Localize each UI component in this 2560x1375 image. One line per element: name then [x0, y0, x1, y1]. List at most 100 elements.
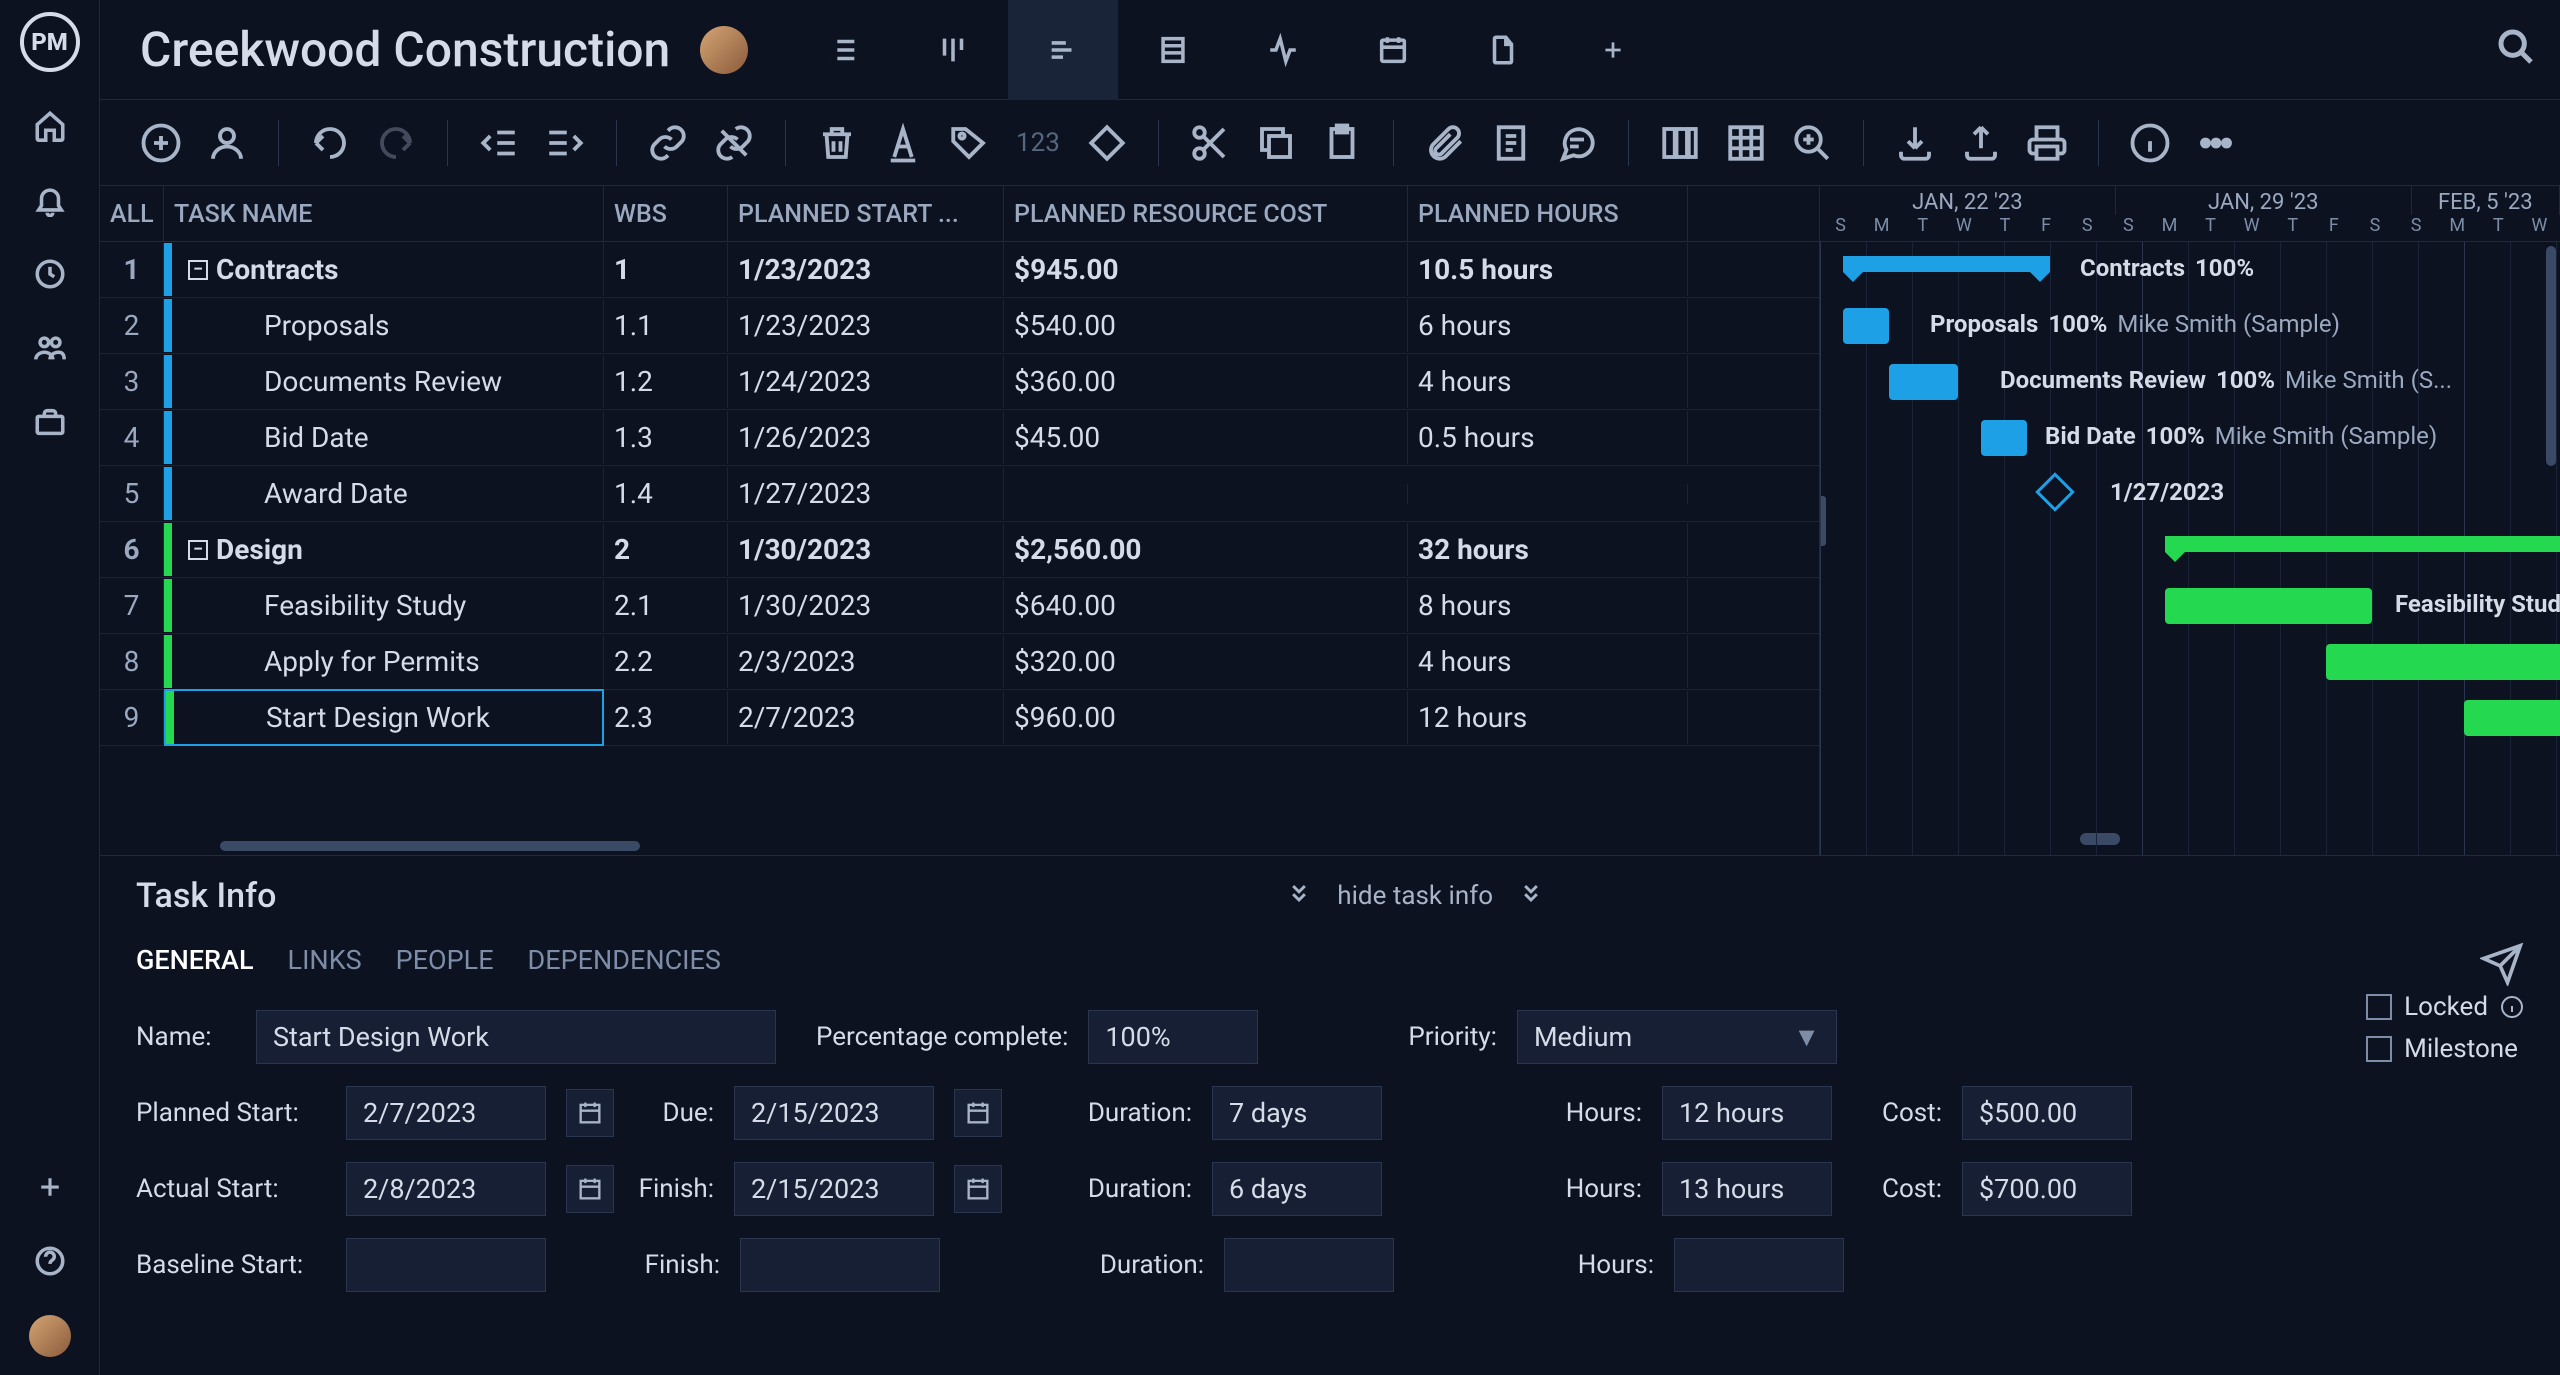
gantt-bar[interactable] [1843, 256, 2050, 272]
users-icon[interactable] [30, 328, 70, 368]
grid-icon[interactable] [1721, 118, 1771, 168]
planned-start-input[interactable] [346, 1086, 546, 1140]
calendar-icon[interactable] [954, 1089, 1002, 1137]
briefcase-icon[interactable] [30, 402, 70, 442]
tab-people[interactable]: PEOPLE [396, 944, 494, 976]
view-add-icon[interactable] [1558, 0, 1668, 100]
zoom-icon[interactable] [1787, 118, 1837, 168]
pct-input[interactable] [1088, 1010, 1258, 1064]
collapse-icon[interactable]: − [188, 540, 208, 560]
tab-dependencies[interactable]: DEPENDENCIES [528, 944, 721, 976]
actual-duration-input[interactable] [1212, 1162, 1382, 1216]
gantt-bar[interactable] [1981, 420, 2027, 456]
actual-hours-input[interactable] [1662, 1162, 1832, 1216]
outdent-icon[interactable] [474, 118, 524, 168]
actual-cost-input[interactable] [1962, 1162, 2132, 1216]
tab-general[interactable]: GENERAL [136, 944, 254, 976]
view-calendar-icon[interactable] [1338, 0, 1448, 100]
calendar-icon[interactable] [566, 1089, 614, 1137]
gantt-bar[interactable] [2326, 644, 2560, 680]
table-row[interactable]: 6 −Design 2 1/30/2023 $2,560.00 32 hours [100, 522, 1819, 578]
hours-input[interactable] [1662, 1086, 1832, 1140]
more-icon[interactable] [2191, 118, 2241, 168]
search-icon[interactable] [2496, 27, 2536, 73]
redo-icon[interactable] [371, 118, 421, 168]
info-icon[interactable] [2125, 118, 2175, 168]
columns-icon[interactable] [1655, 118, 1705, 168]
milestone-icon[interactable] [1082, 118, 1132, 168]
actual-start-input[interactable] [346, 1162, 546, 1216]
cut-icon[interactable] [1185, 118, 1235, 168]
indent-icon[interactable] [540, 118, 590, 168]
collapse-icon[interactable]: − [188, 260, 208, 280]
text-color-icon[interactable] [878, 118, 928, 168]
gantt-bar[interactable] [1843, 308, 1889, 344]
table-row[interactable]: 1 −Contracts 1 1/23/2023 $945.00 10.5 ho… [100, 242, 1819, 298]
milestone-checkbox[interactable]: Milestone [2366, 1034, 2524, 1064]
clock-icon[interactable] [30, 254, 70, 294]
col-start[interactable]: PLANNED START ... [728, 186, 1004, 241]
renumber-label[interactable]: 123 [1010, 128, 1066, 158]
table-row[interactable]: 5 Award Date 1.4 1/27/2023 [100, 466, 1819, 522]
view-sheet-icon[interactable] [1118, 0, 1228, 100]
plus-icon[interactable] [30, 1167, 70, 1207]
unlink-icon[interactable] [709, 118, 759, 168]
baseline-duration-input[interactable] [1224, 1238, 1394, 1292]
table-row[interactable]: 2 Proposals 1.1 1/23/2023 $540.00 6 hour… [100, 298, 1819, 354]
col-name[interactable]: TASK NAME [164, 186, 604, 241]
table-row[interactable]: 9 Start Design Work 2.3 2/7/2023 $960.00… [100, 690, 1819, 746]
user-avatar-small[interactable] [29, 1315, 71, 1357]
col-all[interactable]: ALL [100, 186, 164, 241]
finish-input[interactable] [734, 1162, 934, 1216]
home-icon[interactable] [30, 106, 70, 146]
table-hscroll[interactable] [100, 837, 1819, 855]
link-icon[interactable] [643, 118, 693, 168]
notes-icon[interactable] [1486, 118, 1536, 168]
view-list-icon[interactable] [788, 0, 898, 100]
priority-select[interactable]: Medium▼ [1517, 1010, 1837, 1064]
view-dashboard-icon[interactable] [1228, 0, 1338, 100]
send-icon[interactable] [2480, 942, 2524, 992]
import-icon[interactable] [1890, 118, 1940, 168]
assign-icon[interactable] [202, 118, 252, 168]
view-files-icon[interactable] [1448, 0, 1558, 100]
attachment-icon[interactable] [1420, 118, 1470, 168]
table-row[interactable]: 4 Bid Date 1.3 1/26/2023 $45.00 0.5 hour… [100, 410, 1819, 466]
milestone-diamond[interactable] [2035, 472, 2075, 512]
view-gantt-icon[interactable] [1008, 0, 1118, 100]
delete-icon[interactable] [812, 118, 862, 168]
tab-links[interactable]: LINKS [288, 944, 362, 976]
baseline-hours-input[interactable] [1674, 1238, 1844, 1292]
gantt-body[interactable]: Contracts 100%Proposals 100% Mike Smith … [1820, 242, 2560, 855]
gantt-bar[interactable] [2165, 588, 2372, 624]
print-icon[interactable] [2022, 118, 2072, 168]
due-input[interactable] [734, 1086, 934, 1140]
name-input[interactable] [256, 1010, 776, 1064]
paste-icon[interactable] [1317, 118, 1367, 168]
col-wbs[interactable]: WBS [604, 186, 728, 241]
cost-input[interactable] [1962, 1086, 2132, 1140]
copy-icon[interactable] [1251, 118, 1301, 168]
chevron-down-double-icon[interactable] [1517, 879, 1545, 914]
gantt-bar[interactable] [1889, 364, 1958, 400]
gantt-bar[interactable] [2165, 536, 2560, 552]
bell-icon[interactable] [30, 180, 70, 220]
calendar-icon[interactable] [954, 1165, 1002, 1213]
export-icon[interactable] [1956, 118, 2006, 168]
tag-icon[interactable] [944, 118, 994, 168]
view-board-icon[interactable] [898, 0, 1008, 100]
undo-icon[interactable] [305, 118, 355, 168]
col-cost[interactable]: PLANNED RESOURCE COST [1004, 186, 1408, 241]
gantt-hscroll[interactable] [1820, 833, 2560, 847]
add-task-icon[interactable] [136, 118, 186, 168]
hide-task-info-link[interactable]: hide task info [1337, 881, 1493, 911]
gantt-bar[interactable] [2464, 700, 2560, 736]
baseline-start-input[interactable] [346, 1238, 546, 1292]
locked-checkbox[interactable]: Locked [2366, 992, 2524, 1022]
comment-icon[interactable] [1552, 118, 1602, 168]
calendar-icon[interactable] [566, 1165, 614, 1213]
table-row[interactable]: 3 Documents Review 1.2 1/24/2023 $360.00… [100, 354, 1819, 410]
chevron-down-double-icon[interactable] [1285, 879, 1313, 914]
duration-input[interactable] [1212, 1086, 1382, 1140]
table-row[interactable]: 8 Apply for Permits 2.2 2/3/2023 $320.00… [100, 634, 1819, 690]
